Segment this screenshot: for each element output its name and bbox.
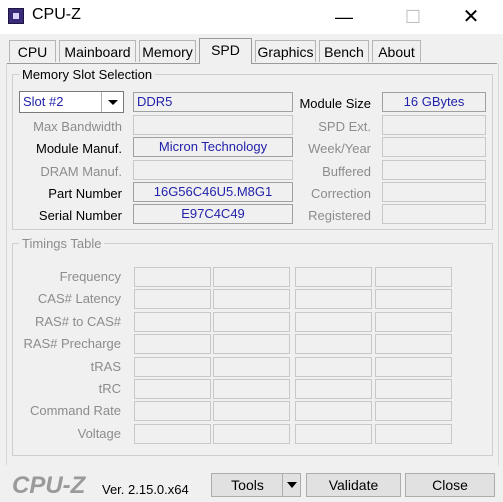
timing-cell [375, 334, 452, 354]
window-title: CPU-Z [32, 6, 81, 23]
timing-cell [295, 312, 372, 332]
part-number-label: Part Number [48, 186, 122, 201]
week-year-label: Week/Year [308, 141, 371, 156]
tab-spd[interactable]: SPD [199, 38, 252, 64]
timing-label-ras-precharge: RAS# Precharge [23, 336, 121, 351]
timing-cell [134, 334, 211, 354]
correction-label: Correction [311, 186, 371, 201]
module-size-field: 16 GBytes [382, 92, 486, 112]
spd-ext-label: SPD Ext. [318, 119, 371, 134]
tools-button-label: Tools [231, 477, 264, 493]
tools-split-divider [282, 473, 283, 497]
correction-field [382, 182, 486, 202]
cpuz-window: CPU-Z — ☐ ✕ CPU Mainboard Memory SPD Gra… [0, 0, 503, 502]
timing-cell [375, 267, 452, 287]
tab-mainboard[interactable]: Mainboard [59, 40, 136, 62]
timing-cell [134, 424, 211, 444]
serial-number-field: E97C4C49 [133, 204, 293, 224]
close-button[interactable]: Close [405, 473, 495, 497]
timing-cell [295, 357, 372, 377]
timing-cell [213, 267, 290, 287]
tab-memory[interactable]: Memory [139, 40, 196, 62]
timing-cell [375, 289, 452, 309]
buffered-label: Buffered [322, 164, 371, 179]
module-manuf-label: Module Manuf. [36, 141, 122, 156]
timing-cell [295, 267, 372, 287]
tab-bar: CPU Mainboard Memory SPD Graphics Bench … [0, 38, 503, 64]
timing-label-cas-latency: CAS# Latency [37, 291, 121, 306]
timing-cell [375, 424, 452, 444]
memory-type-field: DDR5 [133, 92, 293, 112]
tab-about[interactable]: About [372, 40, 421, 62]
timing-cell [295, 379, 372, 399]
timing-cell [375, 312, 452, 332]
slot-select-value: Slot #2 [23, 94, 64, 109]
serial-number-label: Serial Number [38, 208, 122, 223]
max-bandwidth-label: Max Bandwidth [33, 119, 122, 134]
timing-label-tras: tRAS [90, 359, 121, 374]
timing-cell [134, 267, 211, 287]
timing-cell [375, 357, 452, 377]
timing-cell [134, 357, 211, 377]
timing-label-trc: tRC [98, 381, 121, 396]
timings-legend: Timings Table [22, 236, 102, 251]
version-label: Ver. 2.15.0.x64 [102, 482, 189, 497]
buffered-field [382, 160, 486, 180]
max-bandwidth-field [133, 115, 293, 135]
title-bar: CPU-Z — ☐ ✕ [0, 0, 503, 34]
timing-cell [213, 312, 290, 332]
module-manuf-field: Micron Technology [133, 137, 293, 157]
timing-cell [134, 289, 211, 309]
maximize-button[interactable]: ☐ [390, 0, 436, 34]
timing-cell [295, 334, 372, 354]
timing-cell [213, 334, 290, 354]
dram-manuf-field [133, 160, 293, 180]
memory-slot-legend: Memory Slot Selection [22, 67, 153, 82]
week-year-field [382, 137, 486, 157]
timing-cell [134, 379, 211, 399]
app-icon [8, 8, 24, 24]
cpuz-logo: CPU-Z [12, 472, 86, 499]
tab-cpu[interactable]: CPU [9, 40, 56, 62]
chevron-down-icon[interactable] [101, 92, 123, 112]
timing-cell [375, 401, 452, 421]
registered-label: Registered [308, 208, 371, 223]
timing-cell [295, 401, 372, 421]
minimize-button[interactable]: — [321, 0, 367, 34]
timing-cell [295, 424, 372, 444]
timing-label-command-rate: Command Rate [29, 403, 121, 418]
part-number-field: 16G56C46U5.M8G1 [133, 182, 293, 202]
timing-cell [295, 289, 372, 309]
spd-ext-field [382, 115, 486, 135]
dram-manuf-label: DRAM Manuf. [40, 164, 122, 179]
timing-cell [134, 312, 211, 332]
timing-cell [134, 401, 211, 421]
timing-cell [213, 401, 290, 421]
timing-cell [213, 379, 290, 399]
timing-label-ras-to-cas: RAS# to CAS# [35, 314, 121, 329]
validate-button[interactable]: Validate [306, 473, 401, 497]
module-size-label: Module Size [299, 96, 371, 111]
timing-cell [213, 424, 290, 444]
close-window-button[interactable]: ✕ [448, 0, 494, 34]
chevron-down-icon[interactable] [287, 482, 297, 488]
timing-cell [375, 379, 452, 399]
registered-field [382, 204, 486, 224]
timing-label-voltage: Voltage [77, 426, 121, 441]
tab-bench[interactable]: Bench [319, 40, 369, 62]
tab-graphics[interactable]: Graphics [255, 40, 316, 62]
slot-select[interactable]: Slot #2 [19, 91, 124, 113]
timing-label-frequency: Frequency [59, 269, 121, 284]
timing-cell [213, 289, 290, 309]
timing-cell [213, 357, 290, 377]
